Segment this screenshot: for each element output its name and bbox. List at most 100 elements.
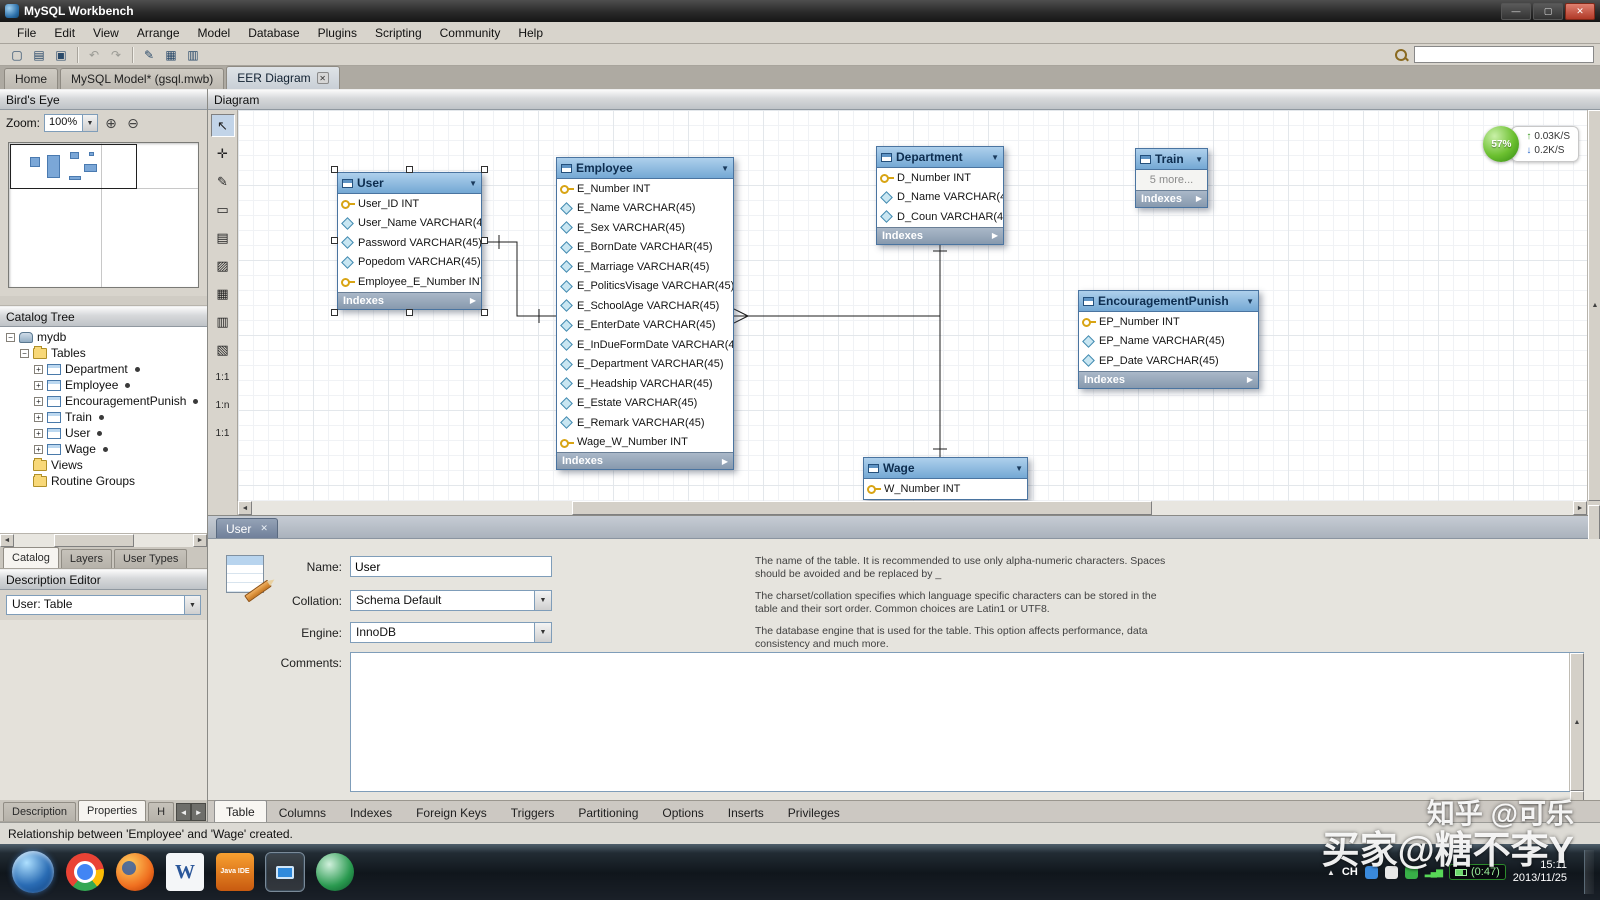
tab-home[interactable]: Home xyxy=(4,68,58,89)
eer-table-encouragementpunish[interactable]: EncouragementPunish▼EP_Number INTEP_Name… xyxy=(1078,290,1259,389)
select-tool[interactable]: ↖ xyxy=(211,114,235,137)
selection-handle[interactable] xyxy=(331,237,338,244)
scroll-up-icon[interactable]: ▲ xyxy=(1588,110,1600,501)
scroll-left-icon[interactable]: ◄ xyxy=(238,501,252,515)
minimize-button[interactable]: — xyxy=(1501,3,1531,20)
taskbar-java-ide-icon[interactable]: Java IDE xyxy=(216,853,254,891)
close-icon[interactable]: ✕ xyxy=(260,523,268,534)
taskbar-word-icon[interactable]: W xyxy=(166,853,204,891)
panel-splitter[interactable] xyxy=(0,296,207,306)
description-target-select[interactable]: User: Table ▼ xyxy=(6,595,201,615)
view-tool[interactable]: ▥ xyxy=(211,310,235,333)
tray-app-icon[interactable] xyxy=(1385,866,1398,879)
rel-one-many-tool[interactable]: 1:n xyxy=(211,394,235,417)
menu-arrange[interactable]: Arrange xyxy=(128,22,189,43)
eer-table-train[interactable]: Train▼5 more...Indexes▶ xyxy=(1135,148,1208,208)
editor-tab-foreign-keys[interactable]: Foreign Keys xyxy=(404,803,499,822)
scroll-down-icon[interactable]: ▼ xyxy=(1570,791,1584,800)
collapse-icon[interactable]: ▼ xyxy=(1246,297,1254,306)
open-model-icon[interactable]: ▤ xyxy=(29,46,49,64)
pen-icon[interactable]: ✎ xyxy=(139,46,159,64)
chevron-down-icon[interactable]: ▼ xyxy=(82,115,97,131)
taskbar-capture-tool-icon[interactable] xyxy=(266,853,304,891)
image-tool[interactable]: ▨ xyxy=(211,254,235,277)
zoom-out-button[interactable]: ⊖ xyxy=(124,114,142,132)
net-speed-overlay[interactable]: 57% ↑0.03K/S ↓0.2K/S xyxy=(1483,126,1579,162)
selection-handle[interactable] xyxy=(331,309,338,316)
scroll-right-icon[interactable]: ► xyxy=(191,803,206,821)
save-model-icon[interactable]: ▣ xyxy=(51,46,71,64)
expander-icon[interactable]: + xyxy=(34,429,43,438)
tree-item-train[interactable]: +Train xyxy=(0,409,207,425)
scroll-up-icon[interactable]: ▲ xyxy=(1570,653,1584,791)
chevron-down-icon[interactable]: ▼ xyxy=(534,623,551,642)
description-editor-body[interactable] xyxy=(0,620,207,800)
vertical-scrollbar[interactable]: ▲ ▼ xyxy=(1587,110,1600,501)
zoom-in-button[interactable]: ⊕ xyxy=(102,114,120,132)
tree-item-routine-groups[interactable]: Routine Groups xyxy=(0,473,207,489)
expand-icon[interactable]: ▶ xyxy=(992,231,998,240)
menu-plugins[interactable]: Plugins xyxy=(309,22,366,43)
selection-handle[interactable] xyxy=(406,166,413,173)
scroll-left-icon[interactable]: ◄ xyxy=(176,803,191,821)
menu-model[interactable]: Model xyxy=(189,22,240,43)
tab-eer-diagram[interactable]: EER Diagram✕ xyxy=(226,66,339,89)
expander-icon[interactable]: − xyxy=(20,349,29,358)
expander-icon[interactable]: + xyxy=(34,381,43,390)
birds-eye-minimap[interactable] xyxy=(8,142,199,288)
menu-edit[interactable]: Edit xyxy=(45,22,84,43)
diagram-canvas[interactable]: 57% ↑0.03K/S ↓0.2K/S User▼User_ID INTUse… xyxy=(238,110,1587,501)
collapse-icon[interactable]: ▼ xyxy=(1015,464,1023,473)
expand-icon[interactable]: ▶ xyxy=(722,457,728,466)
tree-item-wage[interactable]: +Wage xyxy=(0,441,207,457)
menu-view[interactable]: View xyxy=(84,22,128,43)
language-indicator[interactable]: CH xyxy=(1342,866,1358,878)
horizontal-scrollbar[interactable]: ◄ ► xyxy=(238,501,1587,515)
layer-tool[interactable]: ▭ xyxy=(211,198,235,221)
expander-icon[interactable]: − xyxy=(6,333,15,342)
tab-user-types[interactable]: User Types xyxy=(114,549,187,568)
pan-tool[interactable]: ✛ xyxy=(211,142,235,165)
editor-tab-options[interactable]: Options xyxy=(650,803,715,822)
editor-tab-triggers[interactable]: Triggers xyxy=(499,803,567,822)
expand-icon[interactable]: ▶ xyxy=(470,296,476,305)
editor-tab-user[interactable]: User ✕ xyxy=(216,518,278,538)
routine-group-tool[interactable]: ▧ xyxy=(211,338,235,361)
edit-tool[interactable]: ✎ xyxy=(211,170,235,193)
editor-tab-privileges[interactable]: Privileges xyxy=(776,803,852,822)
indexes-footer[interactable]: Indexes▶ xyxy=(557,452,733,469)
editor-tab-table[interactable]: Table xyxy=(214,800,267,822)
expand-icon[interactable]: ▶ xyxy=(1196,194,1202,203)
tab-h[interactable]: H xyxy=(148,802,174,821)
taskbar-eclipse-icon[interactable] xyxy=(316,853,354,891)
comments-scrollbar[interactable]: ▲ ▼ xyxy=(1569,653,1583,791)
tree-item-views[interactable]: Views xyxy=(0,457,207,473)
undo-icon[interactable]: ↶ xyxy=(84,46,104,64)
tab-description[interactable]: Description xyxy=(3,802,76,821)
note-tool[interactable]: ▤ xyxy=(211,226,235,249)
battery-timer[interactable]: (0:47) xyxy=(1449,864,1506,880)
eer-table-employee[interactable]: Employee▼E_Number INTE_Name VARCHAR(45)E… xyxy=(556,157,734,470)
editor-tab-inserts[interactable]: Inserts xyxy=(716,803,776,822)
scroll-right-icon[interactable]: ► xyxy=(193,534,207,547)
collapse-icon[interactable]: ▼ xyxy=(991,153,999,162)
collation-select[interactable]: Schema Default ▼ xyxy=(350,590,552,611)
tab-properties[interactable]: Properties xyxy=(78,800,146,821)
tray-app-icon[interactable] xyxy=(1405,866,1418,879)
selection-handle[interactable] xyxy=(481,237,488,244)
tree-item-user[interactable]: +User xyxy=(0,425,207,441)
scroll-left-icon[interactable]: ◄ xyxy=(0,534,14,547)
tree-item-mydb[interactable]: −mydb xyxy=(0,329,207,345)
rel-one-one-tool[interactable]: 1:1 xyxy=(211,366,235,389)
show-desktop-button[interactable] xyxy=(1584,850,1594,894)
indexes-footer[interactable]: Indexes▶ xyxy=(1136,190,1207,207)
tab-mysql-model-gsql-mwb[interactable]: MySQL Model* (gsql.mwb) xyxy=(60,68,224,89)
selection-handle[interactable] xyxy=(481,166,488,173)
hidden-icons-chevron[interactable]: ▲ xyxy=(1327,868,1335,877)
taskbar-chrome-icon[interactable] xyxy=(66,853,104,891)
chevron-down-icon[interactable]: ▼ xyxy=(184,596,200,614)
tree-item-employee[interactable]: +Employee xyxy=(0,377,207,393)
tree-item-encouragementpunish[interactable]: +EncouragementPunish xyxy=(0,393,207,409)
tab-layers[interactable]: Layers xyxy=(61,549,112,568)
indexes-footer[interactable]: Indexes▶ xyxy=(1079,371,1258,388)
